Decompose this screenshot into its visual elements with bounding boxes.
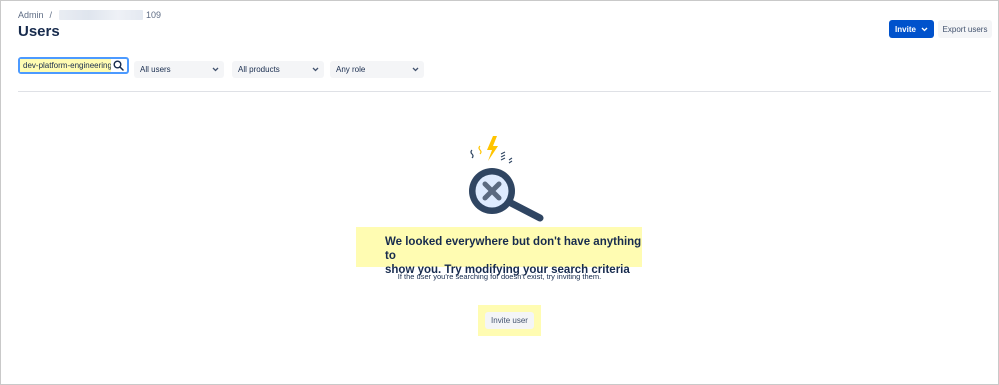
page-title: Users xyxy=(18,23,60,40)
invite-button[interactable]: Invite xyxy=(889,20,934,38)
breadcrumb-admin-link[interactable]: Admin xyxy=(18,10,44,20)
search-input[interactable] xyxy=(23,61,111,70)
product-filter-value: All products xyxy=(238,65,280,74)
chevron-down-icon xyxy=(212,65,219,74)
empty-state-heading-line1: We looked everywhere but don't have anyt… xyxy=(385,236,642,262)
search-field[interactable] xyxy=(18,57,129,74)
empty-state-heading: We looked everywhere but don't have anyt… xyxy=(356,227,642,276)
invite-button-label: Invite xyxy=(895,24,916,34)
empty-state-description: If the user you're searching for doesn't… xyxy=(397,272,602,281)
export-users-button[interactable]: Export users xyxy=(938,20,992,38)
role-filter-select[interactable]: Any role xyxy=(330,61,424,78)
breadcrumb-org-suffix[interactable]: 109 xyxy=(146,10,161,20)
breadcrumb: Admin / 109 xyxy=(18,10,161,20)
breadcrumb-separator: / xyxy=(49,10,53,20)
header-divider xyxy=(18,91,991,92)
product-filter-select[interactable]: All products xyxy=(232,61,324,78)
chevron-down-icon xyxy=(921,27,928,32)
breadcrumb-org-name-redacted xyxy=(59,10,144,20)
user-filter-value: All users xyxy=(140,65,171,74)
user-filter-select[interactable]: All users xyxy=(134,61,224,78)
invite-user-button[interactable]: Invite user xyxy=(485,312,534,329)
chevron-down-icon xyxy=(312,65,319,74)
role-filter-value: Any role xyxy=(336,65,366,74)
search-icon[interactable] xyxy=(112,59,125,72)
magnifier-x-icon xyxy=(469,136,544,222)
invite-user-highlight: Invite user xyxy=(478,305,541,336)
search-highlight xyxy=(20,59,111,72)
chevron-down-icon xyxy=(412,65,419,74)
